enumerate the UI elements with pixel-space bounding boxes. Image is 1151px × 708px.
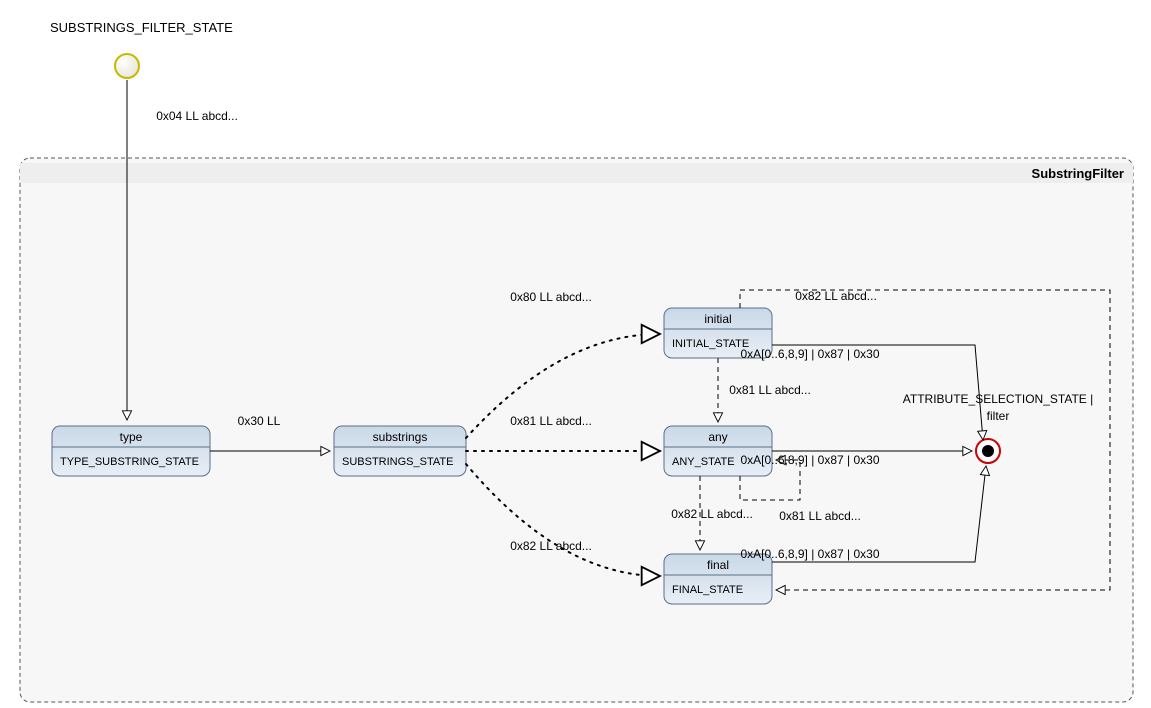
frame-title: SubstringFilter: [1032, 166, 1124, 181]
state-substrings-title: substrings: [373, 430, 428, 444]
edge-initial-to-any-label: 0x81 LL abcd...: [729, 383, 811, 397]
state-final-sub: FINAL_STATE: [672, 584, 743, 596]
exit-state: [976, 439, 1000, 463]
edge-initial-top-label: 0x82 LL abcd...: [795, 289, 877, 303]
edge-sub-to-final-label: 0x82 LL abcd...: [510, 539, 592, 553]
state-initial-sub: INITIAL_STATE: [672, 338, 749, 350]
state-initial-title: initial: [704, 312, 731, 326]
edge-sub-to-any-label: 0x81 LL abcd...: [510, 414, 592, 428]
state-final: final FINAL_STATE: [664, 554, 772, 604]
state-substrings-sub: SUBSTRINGS_STATE: [342, 456, 453, 468]
exit-state-label-1: ATTRIBUTE_SELECTION_STATE |: [903, 392, 1093, 406]
exit-state-label-2: filter: [987, 409, 1010, 423]
edge-type-to-substrings-label: 0x30 LL: [238, 414, 281, 428]
state-any-sub: ANY_STATE: [672, 456, 735, 468]
state-type: type TYPE_SUBSTRING_STATE: [52, 426, 210, 476]
state-any-title: any: [708, 430, 727, 444]
edge-final-to-exit-label: 0xA[0..6,8,9] | 0x87 | 0x30: [741, 547, 880, 561]
state-substrings: substrings SUBSTRINGS_STATE: [334, 426, 466, 476]
edge-initial-to-exit-label: 0xA[0..6,8,9] | 0x87 | 0x30: [741, 347, 880, 361]
outer-title: SUBSTRINGS_FILTER_STATE: [50, 20, 233, 35]
edge-any-to-final-label: 0x82 LL abcd...: [671, 507, 753, 521]
edge-any-to-exit-label: 0xA[0..6,8,9] | 0x87 | 0x30: [741, 453, 880, 467]
state-diagram: SUBSTRINGS_FILTER_STATE SubstringFilter …: [0, 0, 1151, 708]
state-any: any ANY_STATE: [664, 426, 772, 476]
state-type-sub: TYPE_SUBSTRING_STATE: [60, 456, 199, 468]
state-final-title: final: [707, 558, 729, 572]
edge-start-to-type-label: 0x04 LL abcd...: [156, 109, 238, 123]
state-type-title: type: [120, 430, 143, 444]
start-state: [115, 54, 139, 78]
edge-sub-to-initial-label: 0x80 LL abcd...: [510, 290, 592, 304]
edge-any-self-label: 0x81 LL abcd...: [779, 509, 861, 523]
